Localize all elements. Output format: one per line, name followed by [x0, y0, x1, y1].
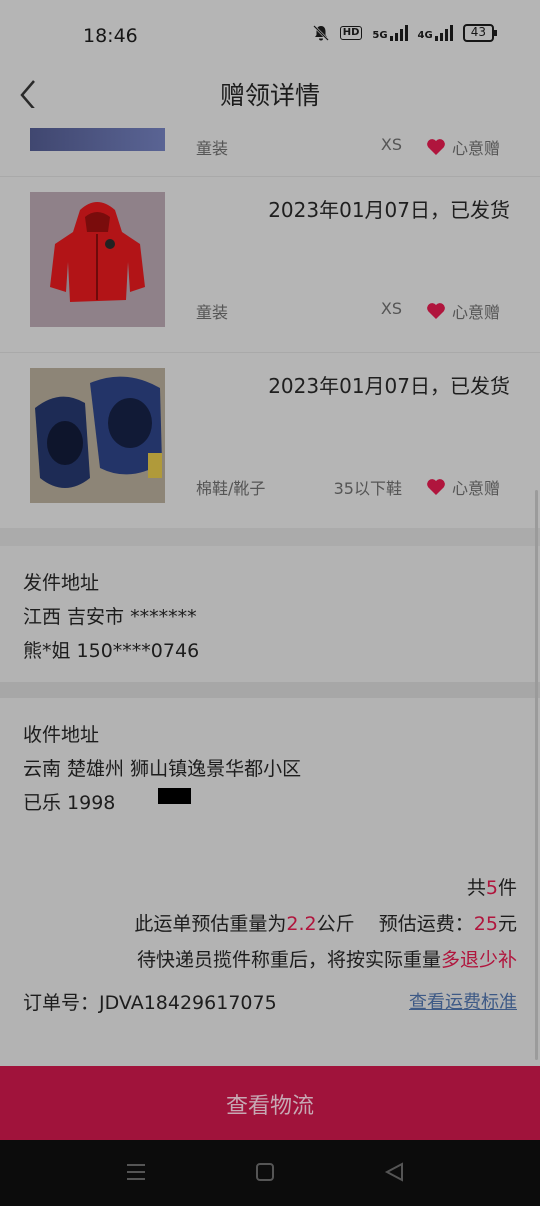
- system-nav-bar: [0, 1140, 540, 1206]
- item-count: 共5件: [466, 877, 517, 899]
- item-size: XS: [380, 299, 402, 318]
- boots-image: [30, 368, 165, 503]
- receiver-title: 收件地址: [23, 724, 100, 746]
- nav-bar: 赠领详情: [0, 72, 540, 128]
- item-size: 35以下鞋: [333, 479, 402, 498]
- net-4g-label: 4G: [417, 30, 433, 41]
- home-icon[interactable]: [255, 1162, 275, 1182]
- product-thumbnail: [30, 192, 165, 327]
- product-thumbnail: [30, 128, 165, 151]
- item-size: XS: [380, 135, 402, 154]
- list-item[interactable]: 2023年01月07日，已发货 童装 XS 心意赠: [0, 177, 540, 353]
- item-status-date: 2023年01月07日，已发货: [268, 198, 510, 222]
- heart-icon: [427, 303, 445, 319]
- red-jacket-image: [30, 192, 165, 327]
- scrollbar[interactable]: [535, 490, 538, 1060]
- page-title: 赠领详情: [219, 81, 320, 110]
- gift-tag-label: 心意赠: [452, 479, 501, 498]
- list-item[interactable]: 童装 XS 心意赠: [0, 128, 540, 177]
- product-thumbnail: [30, 368, 165, 503]
- heart-icon: [427, 479, 445, 495]
- item-category: 棉鞋/靴子: [196, 479, 266, 498]
- redaction-mark: [158, 788, 191, 804]
- weight-note: 待快递员揽件称重后，将按实际重量多退少补: [136, 949, 517, 971]
- divider: [0, 528, 540, 546]
- item-category: 童装: [196, 303, 229, 322]
- detail-list: 童装 XS 心意赠 2023年01月07日，已发货 童装 XS 心意赠 2023…: [0, 128, 540, 1066]
- receiver-contact: 已乐 1998: [23, 792, 116, 814]
- heart-icon: [427, 139, 445, 155]
- fee-standard-link[interactable]: 查看运费标准: [409, 988, 517, 1014]
- weight-and-fee: 此运单预估重量为2.2公斤 预估运费：25元: [134, 913, 517, 935]
- status-icons: HD 5G 4G 43: [312, 24, 498, 42]
- sender-contact: 熊*姐 150****0746: [23, 640, 200, 662]
- view-logistics-button[interactable]: 查看物流: [0, 1066, 540, 1140]
- item-category: 童装: [196, 139, 229, 158]
- signal-5g-icon: 5G: [372, 25, 408, 41]
- order-number: 订单号：JDVA18429617075: [23, 992, 277, 1014]
- sender-address-section: 发件地址 江西 吉安市 ******* 熊*姐 150****0746: [0, 546, 540, 682]
- gift-tag-label: 心意赠: [452, 303, 501, 322]
- bell-mute-icon: [312, 25, 329, 41]
- item-status-date: 2023年01月07日，已发货: [268, 374, 510, 398]
- signal-4g-icon: 4G: [418, 25, 453, 41]
- sender-title: 发件地址: [23, 572, 100, 594]
- receiver-address-section: 收件地址 云南 楚雄州 狮山镇逸景华都小区 已乐 1998: [0, 698, 540, 829]
- list-item[interactable]: 2023年01月07日，已发货 棉鞋/靴子 35以下鞋 心意赠: [0, 353, 540, 529]
- status-bar: 18:46 HD 5G 4G 43: [0, 0, 540, 72]
- net-5g-label: 5G: [372, 30, 388, 41]
- gift-tag-label: 心意赠: [452, 139, 501, 158]
- menu-icon[interactable]: [125, 1162, 147, 1182]
- divider: [0, 682, 540, 698]
- hd-badge: HD: [339, 26, 363, 40]
- battery-icon: 43: [462, 24, 498, 42]
- sender-region: 江西 吉安市 *******: [23, 606, 197, 628]
- gift-tag: 心意赠: [426, 135, 500, 159]
- gift-tag: 心意赠: [426, 299, 500, 323]
- gift-tag: 心意赠: [426, 475, 500, 499]
- status-time: 18:46: [83, 25, 138, 47]
- back-triangle-icon[interactable]: [384, 1162, 404, 1182]
- receiver-address: 云南 楚雄州 狮山镇逸景华都小区: [23, 758, 302, 780]
- shipping-summary: 共5件 此运单预估重量为2.2公斤 预估运费：25元 待快递员揽件称重后，将按实…: [0, 828, 540, 1066]
